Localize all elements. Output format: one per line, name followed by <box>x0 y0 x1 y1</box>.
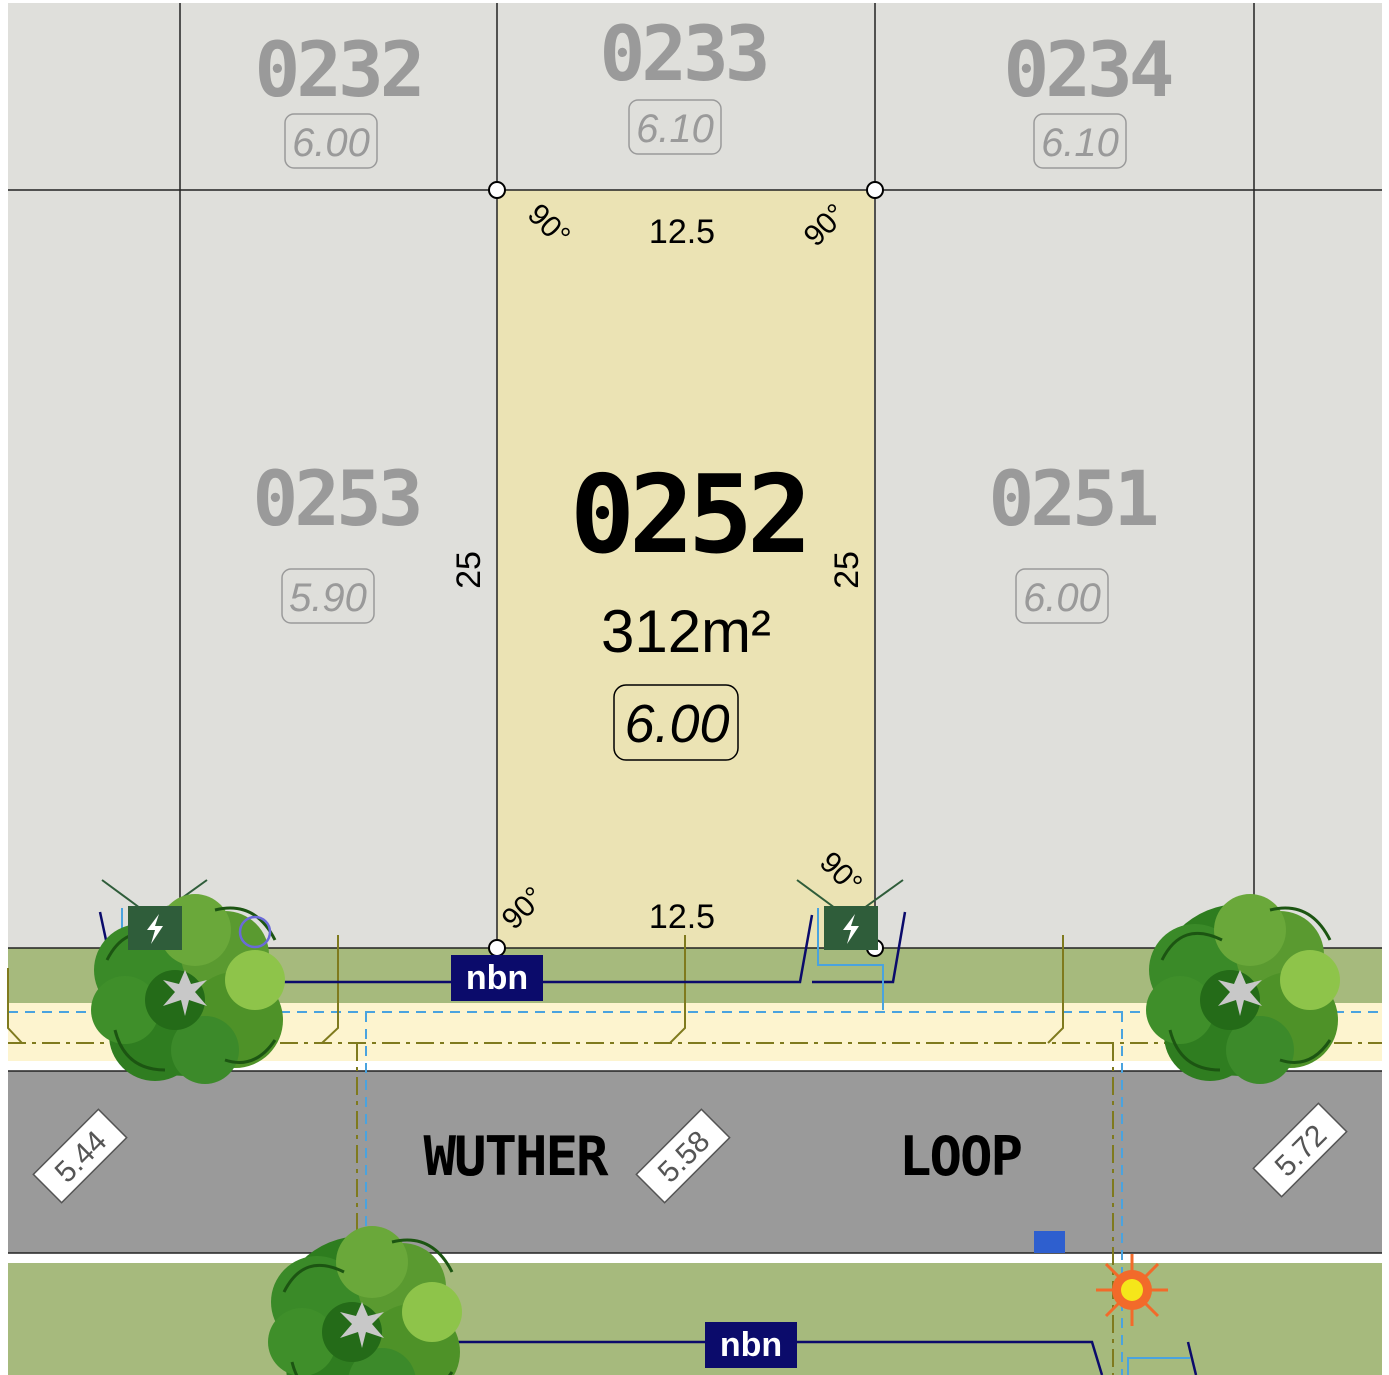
depth-right-dimension: 25 <box>828 551 866 589</box>
lot-area: 312m² <box>601 598 771 665</box>
lot-number: 0253 <box>252 454 419 543</box>
lot-number: 0233 <box>599 9 766 98</box>
street-name-part2: LOOP <box>899 1125 1022 1188</box>
frontage-bottom-dimension: 12.5 <box>649 898 715 936</box>
lot-level: 6.00 <box>1023 576 1101 620</box>
lot-plan-map: 0232 6.00 0233 6.10 0234 6.10 0253 5.90 … <box>0 0 1389 1375</box>
lot-level: 6.10 <box>636 107 714 151</box>
power-pit-icon <box>824 906 878 950</box>
lot-number: 0252 <box>570 453 806 578</box>
lot-number: 0232 <box>254 25 421 114</box>
streetlight-icon <box>1096 1254 1168 1326</box>
nbn-pit-south: nbn <box>705 1322 797 1368</box>
road-service-marker <box>1034 1231 1065 1253</box>
lot-level: 6.00 <box>292 121 370 165</box>
power-pit-icon <box>128 906 182 950</box>
frontage-top-dimension: 12.5 <box>649 213 715 251</box>
lot-number: 0234 <box>1003 25 1171 114</box>
lot-level: 6.00 <box>624 694 729 754</box>
nbn-pit-north: nbn <box>451 955 543 1001</box>
lot-level: 5.90 <box>289 576 367 620</box>
lot-level: 6.10 <box>1041 121 1119 165</box>
lot-number: 0251 <box>988 454 1156 543</box>
street-name-part1: WUTHER <box>423 1125 609 1188</box>
nbn-label: nbn <box>720 1326 782 1364</box>
nbn-label: nbn <box>466 959 528 997</box>
depth-left-dimension: 25 <box>450 551 488 589</box>
